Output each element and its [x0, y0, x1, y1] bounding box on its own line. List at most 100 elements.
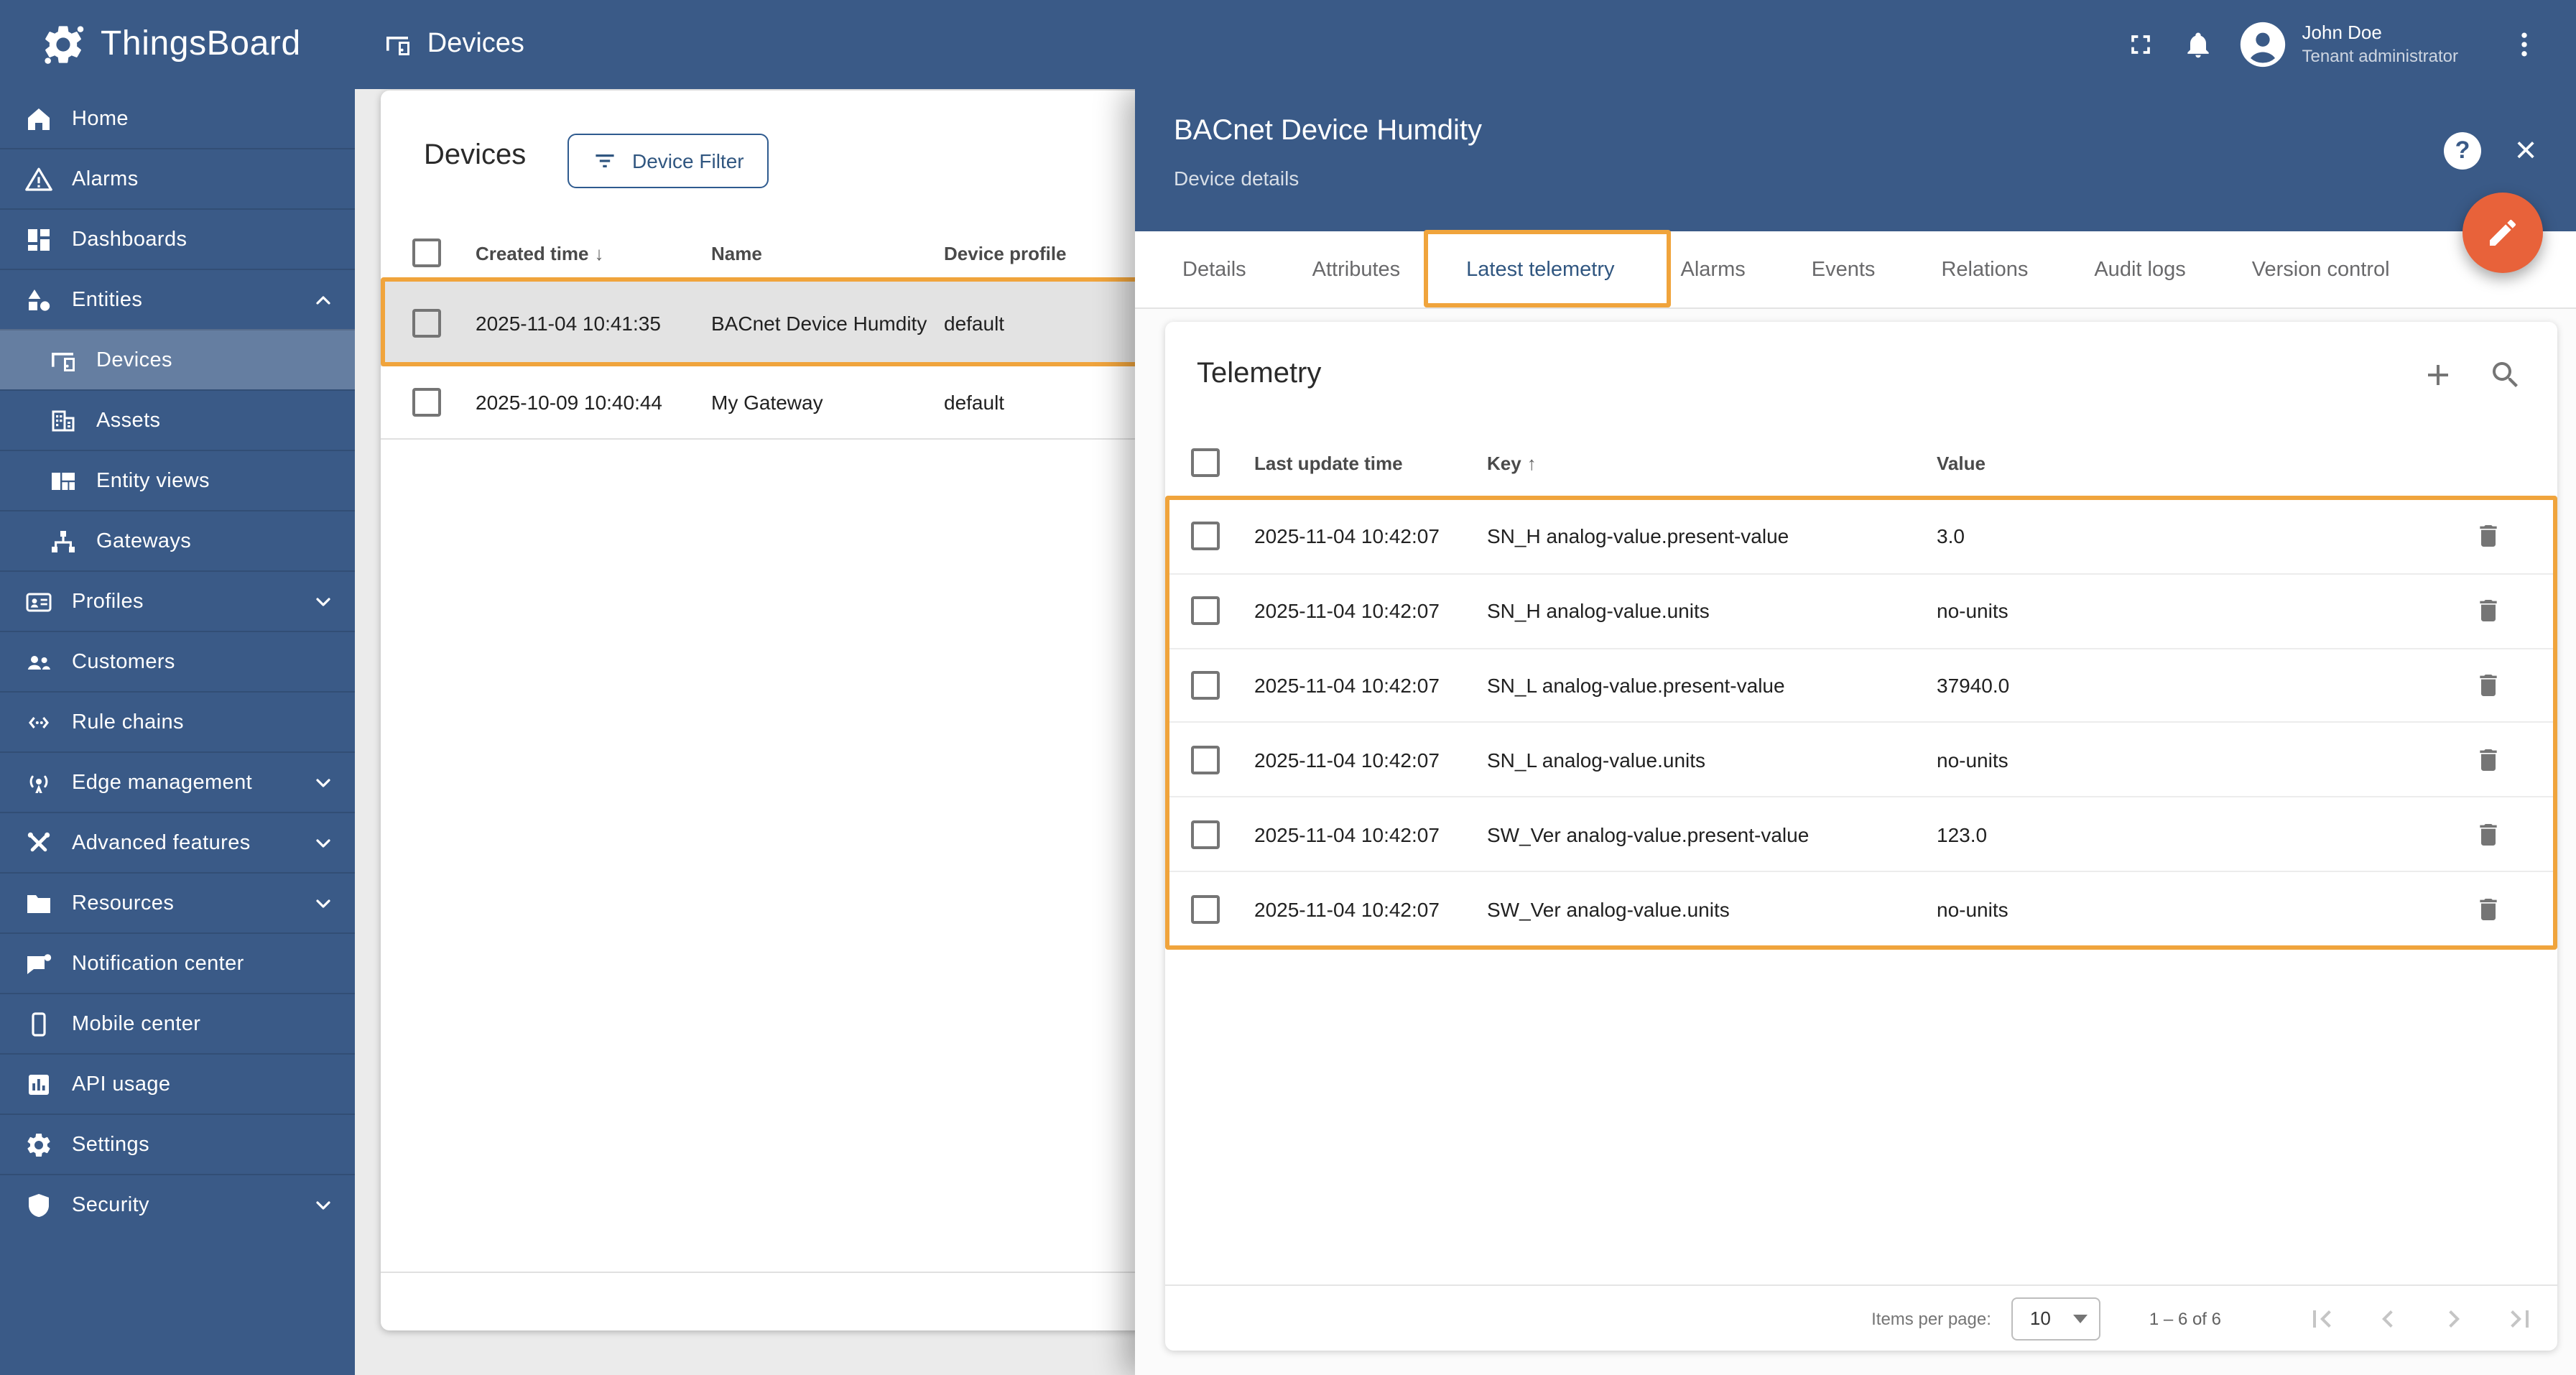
dashboards-icon — [24, 225, 53, 254]
telemetry-value: 37940.0 — [1937, 674, 2010, 698]
tab-relations[interactable]: Relations — [1908, 231, 2061, 307]
delete-telemetry-icon[interactable] — [2471, 817, 2506, 851]
close-icon[interactable]: × — [2507, 131, 2544, 170]
telemetry-row[interactable]: 2025-11-04 10:42:07 SN_L analog-value.un… — [1165, 721, 2557, 797]
telemetry-row[interactable]: 2025-11-04 10:42:07 SN_H analog-value.un… — [1165, 573, 2557, 648]
sidebar-item-mobile-center[interactable]: Mobile center — [0, 993, 355, 1053]
row-checkbox[interactable] — [1191, 671, 1220, 700]
sidebar-item-devices[interactable]: Devices — [0, 329, 355, 389]
delete-telemetry-icon[interactable] — [2471, 519, 2506, 554]
edge-management-icon — [24, 768, 53, 797]
telemetry-value: no-units — [1937, 897, 2009, 921]
telemetry-key: SN_L analog-value.present-value — [1487, 674, 1785, 698]
sidebar-item-profiles[interactable]: Profiles — [0, 570, 355, 631]
page-title: Devices — [427, 29, 524, 59]
telemetry-value: no-units — [1937, 748, 2009, 772]
sidebar-item-alarms[interactable]: Alarms — [0, 148, 355, 208]
more-vert-icon[interactable] — [2496, 16, 2553, 73]
filter-icon — [592, 148, 621, 174]
sidebar-item-gateways[interactable]: Gateways — [0, 510, 355, 570]
avatar[interactable] — [2239, 20, 2288, 69]
telemetry-key: SN_H analog-value.units — [1487, 599, 1710, 623]
edit-device-fab[interactable] — [2463, 193, 2543, 273]
last-page-icon[interactable] — [2503, 1301, 2537, 1335]
delete-telemetry-icon[interactable] — [2471, 892, 2506, 926]
first-page-icon[interactable] — [2304, 1301, 2339, 1335]
sidebar-item-edge-management[interactable]: Edge management — [0, 751, 355, 812]
sidebar-item-home[interactable]: Home — [0, 89, 355, 148]
row-checkbox[interactable] — [1191, 522, 1220, 551]
tab-attributes[interactable]: Attributes — [1279, 231, 1434, 307]
tab-alarms[interactable]: Alarms — [1648, 231, 1779, 307]
entities-icon — [24, 285, 53, 314]
rule-chains-icon — [24, 708, 53, 736]
column-value[interactable]: Value — [1937, 452, 2471, 473]
sidebar-item-entities[interactable]: Entities — [0, 269, 355, 329]
sidebar-item-dashboards[interactable]: Dashboards — [0, 208, 355, 269]
row-checkbox[interactable] — [412, 309, 441, 338]
telemetry-rows: 2025-11-04 10:42:07 SN_H analog-value.pr… — [1165, 500, 2557, 945]
mobile-center-icon — [24, 1009, 53, 1038]
row-checkbox[interactable] — [1191, 820, 1220, 849]
gateways-icon — [49, 527, 78, 555]
tab-version-control[interactable]: Version control — [2219, 231, 2423, 307]
sidebar-item-entity-views[interactable]: Entity views — [0, 450, 355, 510]
telemetry-row[interactable]: 2025-11-04 10:42:07 SW_Ver analog-value.… — [1165, 871, 2557, 945]
sidebar-item-notification-center[interactable]: Notification center — [0, 932, 355, 993]
device-created-time: 2025-11-04 10:41:35 — [476, 312, 661, 335]
advanced-features-icon — [24, 828, 53, 857]
sidebar-item-rule-chains[interactable]: Rule chains — [0, 691, 355, 751]
top-app-bar: ThingsBoard Devices John Doe Tenant admi… — [0, 0, 2576, 89]
sidebar-item-customers[interactable]: Customers — [0, 631, 355, 691]
delete-telemetry-icon[interactable] — [2471, 593, 2506, 628]
search-icon[interactable] — [2488, 358, 2523, 392]
user-info[interactable]: John Doe Tenant administrator — [2302, 22, 2458, 68]
column-last-update-time[interactable]: Last update time — [1254, 452, 1487, 473]
delete-telemetry-icon[interactable] — [2471, 668, 2506, 703]
telemetry-pagination: Items per page: 10 1 – 6 of 6 — [1165, 1284, 2557, 1351]
tab-details[interactable]: Details — [1149, 231, 1279, 307]
sidebar-item-resources[interactable]: Resources — [0, 872, 355, 932]
prev-page-icon[interactable] — [2371, 1301, 2405, 1335]
device-name: My Gateway — [711, 390, 823, 414]
alarms-icon — [24, 165, 53, 193]
row-checkbox[interactable] — [1191, 745, 1220, 774]
chevron-up-icon — [312, 289, 335, 312]
fullscreen-icon[interactable] — [2113, 16, 2170, 73]
chevron-down-icon — [312, 832, 335, 855]
telemetry-key: SW_Ver analog-value.present-value — [1487, 823, 1810, 846]
sidebar-item-api-usage[interactable]: API usage — [0, 1053, 355, 1114]
resources-icon — [24, 889, 53, 917]
thingsboard-logo[interactable]: ThingsBoard — [40, 22, 301, 68]
tab-latest-telemetry[interactable]: Latest telemetry — [1433, 231, 1647, 307]
api-usage-icon — [24, 1070, 53, 1098]
row-checkbox[interactable] — [412, 388, 441, 417]
sidebar-nav: Home Alarms Dashboards Entities Devices … — [0, 89, 355, 1375]
sidebar-item-assets[interactable]: Assets — [0, 389, 355, 450]
sidebar-item-advanced-features[interactable]: Advanced features — [0, 812, 355, 872]
row-checkbox[interactable] — [1191, 894, 1220, 924]
device-filter-button[interactable]: Device Filter — [567, 134, 769, 188]
column-key[interactable]: Key ↑ — [1487, 452, 1937, 473]
add-telemetry-icon[interactable] — [2421, 358, 2455, 392]
notifications-bell-icon[interactable] — [2170, 16, 2228, 73]
tab-audit-logs[interactable]: Audit logs — [2061, 231, 2218, 307]
telemetry-key: SN_H analog-value.present-value — [1487, 524, 1789, 548]
telemetry-row[interactable]: 2025-11-04 10:42:07 SN_H analog-value.pr… — [1165, 500, 2557, 573]
telemetry-row[interactable]: 2025-11-04 10:42:07 SW_Ver analog-value.… — [1165, 796, 2557, 871]
select-all-checkbox[interactable] — [412, 239, 441, 267]
telemetry-row[interactable]: 2025-11-04 10:42:07 SN_L analog-value.pr… — [1165, 647, 2557, 722]
column-name[interactable]: Name — [711, 242, 944, 264]
row-checkbox[interactable] — [1191, 596, 1220, 626]
chevron-down-icon — [312, 892, 335, 915]
items-per-page-select[interactable]: 10 — [2011, 1297, 2100, 1340]
telemetry-value: 3.0 — [1937, 524, 1965, 548]
next-page-icon[interactable] — [2437, 1301, 2471, 1335]
select-all-checkbox[interactable] — [1191, 448, 1220, 477]
sidebar-item-security[interactable]: Security — [0, 1174, 355, 1234]
sidebar-item-settings[interactable]: Settings — [0, 1114, 355, 1174]
column-created-time[interactable]: Created time ↓ — [476, 242, 711, 264]
help-icon[interactable]: ? — [2444, 132, 2481, 170]
delete-telemetry-icon[interactable] — [2471, 743, 2506, 777]
tab-events[interactable]: Events — [1779, 231, 1909, 307]
